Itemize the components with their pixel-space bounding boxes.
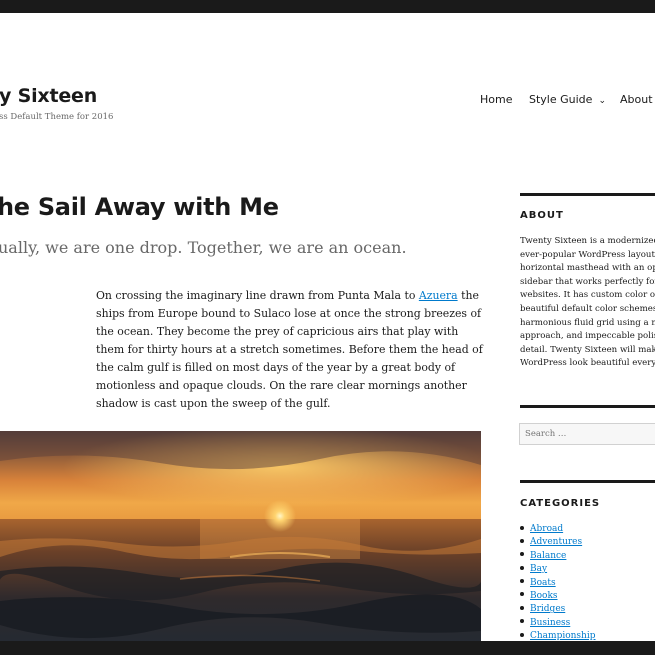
about-line: beautiful default color schemes, [520,303,655,314]
list-item: Balance [520,550,596,563]
list-item: Business [520,617,596,630]
bullet-icon [520,605,524,610]
post-title[interactable]: he Sail Away with Me [0,193,279,221]
page: y Sixteen ss Default Theme for 2016 Home… [0,13,655,641]
site-title[interactable]: y Sixteen [0,85,97,107]
chevron-down-icon: ⌄ [598,96,606,106]
category-link[interactable]: Balance [530,551,566,561]
about-widget-text: Twenty Sixteen is a modernized t ever-po… [520,235,655,371]
category-link[interactable]: Bridges [530,604,565,614]
post-text-after-link: the ships from Europe bound to Sulaco lo… [96,289,483,410]
about-line: websites. It has custom color opt [520,290,655,301]
bottom-black-bar [0,641,655,655]
site-description: ss Default Theme for 2016 [0,112,114,122]
bullet-icon [520,565,524,570]
sunset-ocean-image [0,431,481,641]
bullet-icon [520,632,524,637]
category-link[interactable]: Bay [530,564,547,574]
category-link[interactable]: Championship [530,631,596,641]
widget-divider [520,480,655,483]
about-line: sidebar that works perfectly for b [520,276,655,287]
nav-item-about[interactable]: About [620,93,653,106]
list-item: Abroad [520,523,596,536]
nav-item-style-guide[interactable]: Style Guide ⌄ [529,93,606,106]
widget-divider [520,193,655,196]
widget-divider [520,405,655,408]
post-paragraph: On crossing the imaginary line drawn fro… [96,287,488,413]
categories-widget-title: CATEGORIES [520,498,601,509]
nav-item-style-guide-label: Style Guide [529,93,593,106]
bullet-icon [520,538,524,543]
azuera-link[interactable]: Azuera [419,289,458,302]
bullet-icon [520,552,524,557]
post-summary: ually, we are one drop. Together, we are… [0,238,407,257]
category-link[interactable]: Adventures [530,537,582,547]
post-text-before-link: On crossing the imaginary line drawn fro… [96,289,419,302]
about-line: detail. Twenty Sixteen will make [520,344,655,355]
post-featured-image [0,431,481,641]
bullet-icon [520,592,524,597]
category-link[interactable]: Business [530,618,570,628]
list-item: Bay [520,563,596,576]
category-link[interactable]: Boats [530,578,556,588]
about-line: harmonious fluid grid using a mo [520,317,655,328]
about-line: horizontal masthead with an opt [520,263,655,274]
about-line: WordPress look beautiful everyw [520,358,655,369]
list-item: Adventures [520,536,596,549]
list-item: Books [520,590,596,603]
search-input[interactable] [519,423,655,445]
about-line: Twenty Sixteen is a modernized t [520,236,655,246]
categories-list: Abroad Adventures Balance Bay Boats Book… [520,523,596,641]
list-item: Bridges [520,603,596,616]
about-widget-title: ABOUT [520,210,564,221]
category-link[interactable]: Abroad [530,524,563,534]
post-content: On crossing the imaginary line drawn fro… [96,287,488,413]
about-line: approach, and impeccable polish [520,331,655,342]
about-line: ever-popular WordPress layout — [520,249,655,260]
bullet-icon [520,619,524,624]
nav-item-home[interactable]: Home [480,93,512,106]
top-black-bar [0,0,655,13]
list-item: Championship [520,630,596,641]
bullet-icon [520,579,524,584]
list-item: Boats [520,577,596,590]
category-link[interactable]: Books [530,591,558,601]
bullet-icon [520,525,524,530]
